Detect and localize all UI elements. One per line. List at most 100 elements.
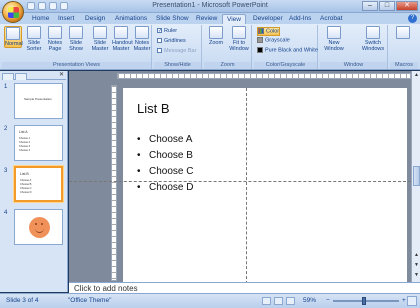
handout-master-icon [114, 26, 128, 39]
macros-button[interactable] [394, 26, 412, 40]
zoom-level[interactable]: 59% [303, 297, 316, 304]
theme-name: "Office Theme" [68, 297, 112, 304]
group-label: Zoom [204, 62, 251, 69]
group-color-grayscale: Color Grayscale Pure Black and White Col… [254, 25, 318, 69]
notes-page-icon [48, 26, 62, 39]
bullet-item: Choose C [137, 164, 193, 180]
slide-number: 3 [4, 168, 8, 174]
smiley-face-icon [29, 217, 50, 238]
office-button[interactable] [2, 1, 24, 23]
tab-home[interactable]: Home [28, 14, 53, 24]
magnifier-icon [209, 26, 223, 39]
bullet-item: Choose D [137, 180, 193, 196]
slides-panel: ✕ 1 Sample Presentation 2 List A Choose … [0, 71, 68, 292]
vertical-guide[interactable] [246, 88, 247, 284]
new-window-button[interactable]: New Window [322, 26, 346, 52]
slide-number: 4 [4, 210, 8, 216]
tab-animations[interactable]: Animations [111, 14, 151, 24]
tab-acrobat[interactable]: Acrobat [316, 14, 346, 24]
thumbnail-title: List A [19, 130, 28, 134]
macros-icon [396, 26, 410, 39]
tab-review[interactable]: Review [192, 14, 221, 24]
vertical-scrollbar[interactable]: ▲ ▲ ▼ ▼ [411, 71, 420, 282]
slide-master-icon [93, 26, 107, 39]
slides-tab-icon[interactable] [2, 73, 14, 80]
notes-page-button[interactable]: Notes Page [46, 26, 64, 52]
slide-number: 1 [4, 84, 8, 90]
minimize-button[interactable]: – [362, 1, 378, 11]
group-show-hide: Ruler Gridlines Message Bar Show/Hide [154, 25, 202, 69]
slide-title[interactable]: List B [137, 101, 170, 116]
slide-sorter-button[interactable]: Slide Sorter [25, 26, 43, 52]
switch-windows-button[interactable]: Switch Windows [360, 26, 386, 52]
previous-slide-icon[interactable]: ▲ [413, 252, 420, 259]
group-label: Macros [390, 62, 418, 69]
slide-thumbnail-1[interactable]: Sample Presentation [14, 83, 63, 119]
group-presentation-views: Normal Slide Sorter Notes Page Slide Sho… [2, 25, 152, 69]
black-white-swatch-icon [257, 47, 263, 53]
maximize-button[interactable]: □ [379, 1, 395, 11]
group-label: Window [320, 62, 387, 69]
panel-tabs [2, 73, 66, 80]
color-option[interactable]: Color [257, 27, 281, 37]
scroll-down-icon[interactable]: ▼ [413, 272, 420, 279]
slide-thumbnail-4[interactable] [14, 209, 63, 245]
tab-design[interactable]: Design [81, 14, 109, 24]
tab-developer[interactable]: Developer [249, 14, 287, 24]
zoom-slider-handle[interactable] [362, 297, 366, 305]
fit-to-window-button[interactable]: Fit to Window [228, 26, 250, 52]
slide-canvas[interactable]: List B Choose A Choose B Choose C Choose… [123, 88, 407, 284]
zoom-button[interactable]: Zoom [207, 26, 225, 46]
slide-number: 2 [4, 126, 8, 132]
slide-thumbnail-3[interactable]: List B Choose A Choose B Choose C Choose… [14, 166, 63, 202]
bullet-item: Choose A [137, 132, 193, 148]
tab-add-ins[interactable]: Add-Ins [285, 14, 315, 24]
normal-view-status-icon[interactable] [262, 297, 271, 305]
status-bar: Slide 3 of 4 "Office Theme" 59% − + [0, 293, 420, 308]
new-window-icon [327, 26, 341, 39]
slide-show-icon [69, 26, 83, 39]
group-label: Show/Hide [154, 62, 201, 69]
ribbon: Normal Slide Sorter Notes Page Slide Sho… [0, 24, 420, 70]
notes-master-button[interactable]: Notes Master [133, 26, 151, 52]
message-bar-checkbox: Message Bar [157, 48, 196, 55]
office-logo-icon [8, 7, 19, 18]
slide-sorter-status-icon[interactable] [274, 297, 283, 305]
ruler-checkbox[interactable]: Ruler [157, 28, 177, 35]
scroll-thumb[interactable] [413, 166, 420, 186]
slide-show-status-icon[interactable] [286, 297, 295, 305]
bullet-list[interactable]: Choose A Choose B Choose C Choose D [137, 132, 193, 196]
gridlines-checkbox[interactable]: Gridlines [157, 38, 186, 45]
pure-black-white-option[interactable]: Pure Black and White [257, 47, 318, 54]
scroll-up-icon[interactable]: ▲ [413, 72, 420, 79]
close-button[interactable]: ✕ [396, 1, 418, 11]
group-zoom: Zoom Fit to Window Zoom [204, 25, 252, 69]
window-title: Presentation1 - Microsoft PowerPoint [152, 2, 268, 9]
next-slide-icon[interactable]: ▼ [413, 262, 420, 269]
outline-tab-icon[interactable] [15, 73, 27, 80]
notes-master-icon [135, 26, 149, 39]
fit-to-window-icon [232, 26, 246, 39]
tab-slide-show[interactable]: Slide Show [152, 14, 193, 24]
close-panel-icon[interactable]: ✕ [58, 72, 65, 79]
tab-view[interactable]: View [222, 14, 246, 24]
ribbon-tabs: Home Insert Design Animations Slide Show… [0, 13, 420, 24]
grayscale-option[interactable]: Grayscale [257, 37, 290, 44]
help-icon[interactable]: ? [408, 14, 417, 23]
thumbnail-title: List B [20, 172, 29, 176]
normal-view-button[interactable]: Normal [4, 26, 23, 48]
group-macros: Macros [390, 25, 418, 69]
zoom-slider[interactable] [333, 300, 399, 302]
slide-thumbnail-2[interactable]: List A Choose 1 Choose 2 Choose 3 Choose… [14, 125, 63, 161]
slide-master-button[interactable]: Slide Master [91, 26, 109, 52]
notes-pane[interactable]: Click to add notes [69, 282, 420, 293]
tab-insert[interactable]: Insert [54, 14, 78, 24]
handout-master-button[interactable]: Handout Master [112, 26, 133, 52]
slide-show-button[interactable]: Slide Show [67, 26, 85, 52]
switch-windows-icon [366, 26, 380, 39]
zoom-in-icon[interactable]: + [402, 297, 406, 304]
zoom-out-icon[interactable]: − [326, 297, 330, 304]
fit-slide-icon[interactable] [407, 296, 417, 306]
horizontal-guide[interactable] [69, 181, 411, 182]
grayscale-swatch-icon [257, 37, 263, 43]
